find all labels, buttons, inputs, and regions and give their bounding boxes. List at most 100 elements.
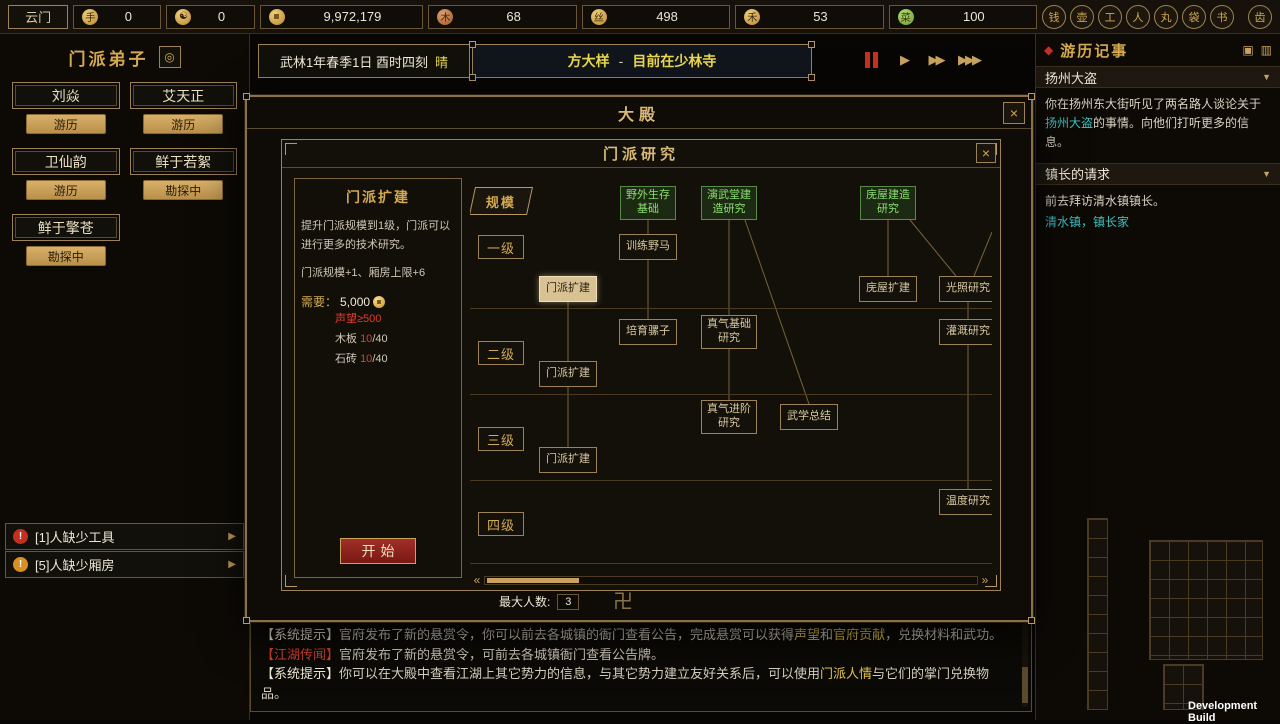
settings-icon[interactable]: 齿 <box>1248 5 1272 29</box>
tech-node[interactable]: 演武堂建造研究 <box>701 186 757 220</box>
chevron-down-icon: ▼ <box>1262 169 1271 179</box>
journal-entry-body: 前去拜访清水镇镇长。 清水镇，镇长家 <box>1036 185 1280 242</box>
requirement-reputation: 声望≥500 <box>301 310 455 330</box>
journal-entry-header[interactable]: 扬州大盗 ▼ <box>1036 66 1280 88</box>
disciple-name[interactable]: 艾天正 <box>130 82 238 109</box>
tech-node[interactable]: 野外生存基础 <box>620 186 676 220</box>
disciple-status-button[interactable]: 游历 <box>26 180 106 200</box>
hall-modal-title: 大殿 <box>247 97 1031 129</box>
req-item-name: 木板 <box>335 333 357 345</box>
eye-icon[interactable]: ◎ <box>159 46 181 68</box>
message-line: 【江湖传闻】官府发布了新的悬赏令，可前去各城镇衙门查看公告牌。 <box>261 645 1013 665</box>
character-location: 目前在少林寺 <box>632 51 716 71</box>
message-scroll-thumb[interactable] <box>1022 667 1028 703</box>
alert-missing-rooms[interactable]: ! [5]人缺少厢房 ▶ <box>5 551 244 578</box>
hall-close-button[interactable]: × <box>1003 102 1025 124</box>
cost-value: 5,000 <box>340 295 370 309</box>
pin-journal-icon[interactable]: ▥ <box>1261 43 1272 57</box>
bomb-icon[interactable]: 丸 <box>1154 5 1178 29</box>
bag-icon[interactable]: 袋 <box>1182 5 1206 29</box>
tree-scroll-track[interactable] <box>484 576 978 585</box>
research-effect: 门派规模+1、厢房上限+6 <box>301 264 455 283</box>
resource-hand-value: 0 <box>104 9 152 24</box>
disciple-card: 鲜于若絮 勘探中 <box>130 148 238 200</box>
message-segment: 门派人情 <box>820 666 872 681</box>
coin-icon <box>269 9 285 25</box>
tree-scroll-thumb[interactable] <box>487 578 579 583</box>
coins-icon[interactable]: 钱 <box>1042 5 1066 29</box>
journal-panel: ◆ 游历记事 ▣ ▥ 扬州大盗 ▼ 你在扬州东大街听见了两名路人谈论关于扬州大盗… <box>1035 34 1280 720</box>
req-item-need: /40 <box>372 353 387 365</box>
disciple-status-button[interactable]: 勘探中 <box>143 180 223 200</box>
journal-entry-title: 镇长的请求 <box>1045 164 1110 183</box>
tech-node[interactable]: 门派扩建 <box>539 361 597 387</box>
disciple-icon[interactable]: 人 <box>1126 5 1150 29</box>
silk-icon: 丝 <box>591 9 607 25</box>
start-research-button[interactable]: 开始 <box>340 538 416 564</box>
message-segment: 官府发布了新的悬赏令，你可以前去各城镇的衙门查看公告，完成悬赏可以获得 <box>339 627 794 642</box>
resource-vegetable: 菜 100 <box>889 5 1037 29</box>
message-line: 【系统提示】你可以在大殿中查看江湖上其它势力的信息，与其它势力建立友好关系后，可… <box>261 664 1013 703</box>
expand-journal-icon[interactable]: ▣ <box>1242 43 1253 57</box>
tech-node[interactable]: 武学总结 <box>780 404 838 430</box>
research-close-button[interactable]: × <box>976 143 996 163</box>
message-line: 【系统提示】官府发布了新的悬赏令，你可以前去各城镇的衙门查看公告，完成悬赏可以获… <box>261 625 1013 645</box>
tools-icon[interactable]: 工 <box>1098 5 1122 29</box>
tech-node[interactable]: 温度研究 <box>939 489 992 515</box>
research-detail-panel: 门派扩建 提升门派规模到1级，门派可以进行更多的技术研究。 门派规模+1、厢房上… <box>294 178 462 578</box>
scroll-right-icon[interactable]: » <box>978 573 992 587</box>
research-detail-title: 门派扩建 <box>301 187 455 207</box>
resource-yinyang-value: 0 <box>197 9 245 24</box>
message-segment: 【江湖传闻】 <box>261 647 339 662</box>
tech-node[interactable]: 真气进阶研究 <box>701 400 757 434</box>
tech-node[interactable]: 光照研究 <box>939 276 992 302</box>
journal-entry-body: 你在扬州东大街听见了两名路人谈论关于扬州大盗的事情。向他们打听更多的信息。 <box>1036 88 1280 163</box>
fast-forward-button[interactable]: ▶▶ <box>926 48 948 72</box>
message-scrollbar[interactable] <box>1022 623 1028 707</box>
fastest-forward-button[interactable]: ▶▶▶ <box>958 48 982 72</box>
disciple-name[interactable]: 卫仙韵 <box>12 148 120 175</box>
disciple-card: 卫仙韵 游历 <box>12 148 120 200</box>
alert-missing-tools[interactable]: ! [1]人缺少工具 ▶ <box>5 523 244 550</box>
tech-node[interactable]: 培育骡子 <box>619 319 677 345</box>
disciple-status-button[interactable]: 游历 <box>143 114 223 134</box>
character-location-bar[interactable]: 方大样 - 目前在少林寺 <box>472 44 812 78</box>
corner-knob <box>1028 93 1035 100</box>
resource-gold-value: 9,972,179 <box>291 9 415 24</box>
entry-location-link[interactable]: 清水镇，镇长家 <box>1045 213 1271 232</box>
tech-node[interactable]: 门派扩建 <box>539 276 597 302</box>
resource-gold: 9,972,179 <box>260 5 424 29</box>
tech-node[interactable]: 真气基础研究 <box>701 315 757 349</box>
disciple-status-button[interactable]: 勘探中 <box>26 246 106 266</box>
disciple-status-button[interactable]: 游历 <box>26 114 106 134</box>
disciple-name[interactable]: 鲜于若絮 <box>130 148 238 175</box>
req-item-have: 10 <box>360 333 372 345</box>
minimap-strip[interactable] <box>1087 518 1108 710</box>
tech-node[interactable]: 训练野马 <box>619 234 677 260</box>
disciple-name[interactable]: 刘焱 <box>12 82 120 109</box>
tech-node[interactable]: 门派扩建 <box>539 447 597 473</box>
corner-knob <box>808 74 815 81</box>
research-panel: 门派研究 × 门派扩建 提升门派规模到1级，门派可以进行更多的技术研究。 门派规… <box>281 139 1001 591</box>
sect-name-button[interactable]: 云门 <box>8 5 68 29</box>
message-segment: ，兑换材料和武功。 <box>885 627 1002 642</box>
disciple-name[interactable]: 鲜于擎苍 <box>12 214 120 241</box>
play-button[interactable]: ▶ <box>894 48 916 72</box>
scroll-left-icon[interactable]: « <box>470 573 484 587</box>
alert-warning-icon: ! <box>13 557 28 572</box>
minimap-block[interactable] <box>1149 540 1263 660</box>
grain-icon: 禾 <box>744 9 760 25</box>
tech-node[interactable]: 庑屋扩建 <box>859 276 917 302</box>
book-icon[interactable]: 书 <box>1210 5 1234 29</box>
corner-knob <box>1028 617 1035 624</box>
tech-node[interactable]: 庑屋建造研究 <box>860 186 916 220</box>
journal-entry-header[interactable]: 镇长的请求 ▼ <box>1036 163 1280 185</box>
vegetable-icon: 菜 <box>898 9 914 25</box>
tech-node[interactable]: 灌溉研究 <box>939 319 992 345</box>
entry-keyword-link[interactable]: 扬州大盗 <box>1045 116 1093 130</box>
pause-button[interactable] <box>862 48 884 72</box>
message-segment: 和 <box>820 627 833 642</box>
time-controls: ▶ ▶▶ ▶▶▶ <box>862 48 982 72</box>
tech-tree-nodes: 门派扩建野外生存基础训练野马演武堂建造研究庑屋建造研究庑屋扩建光照研究培育骡子真… <box>470 174 992 588</box>
teapot-icon[interactable]: 壶 <box>1070 5 1094 29</box>
